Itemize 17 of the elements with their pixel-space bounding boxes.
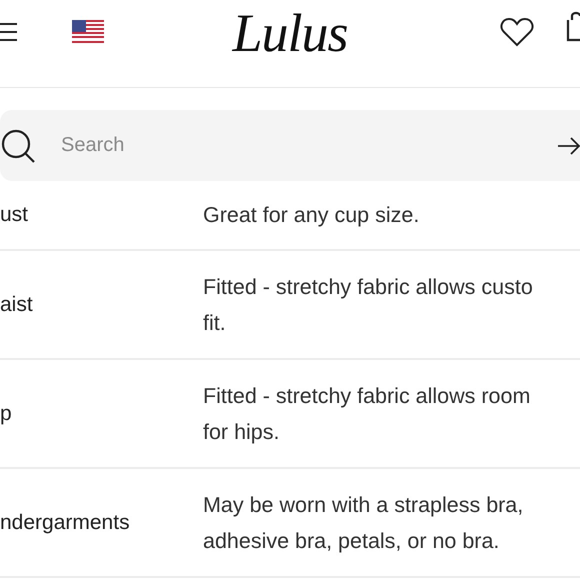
heart-icon[interactable]	[500, 17, 534, 47]
shopping-bag-icon[interactable]	[566, 10, 580, 42]
detail-label: aist	[0, 292, 34, 316]
detail-description: May be worn with a strapless bra, adhesive bra, petals, or no bra.	[203, 492, 524, 554]
detail-description: Fitted - stretchy fabric allows room for hips.	[203, 382, 530, 446]
search-icon	[1, 128, 35, 162]
detail-label: p	[0, 402, 13, 426]
search-field[interactable]: Search	[0, 110, 580, 181]
detail-label: ndergarments	[0, 510, 131, 534]
detail-description: Fitted - stretchy fabric allows custo fit.	[203, 274, 533, 336]
arrow-icon[interactable]	[558, 136, 580, 154]
detail-label: ust	[0, 203, 30, 227]
detail-description: Great for any cup size.	[203, 202, 420, 229]
menu-icon[interactable]	[0, 22, 17, 42]
search-input[interactable]: Search	[59, 133, 558, 158]
flag-icon[interactable]	[72, 20, 104, 43]
logo[interactable]: Lulus	[232, 2, 348, 64]
